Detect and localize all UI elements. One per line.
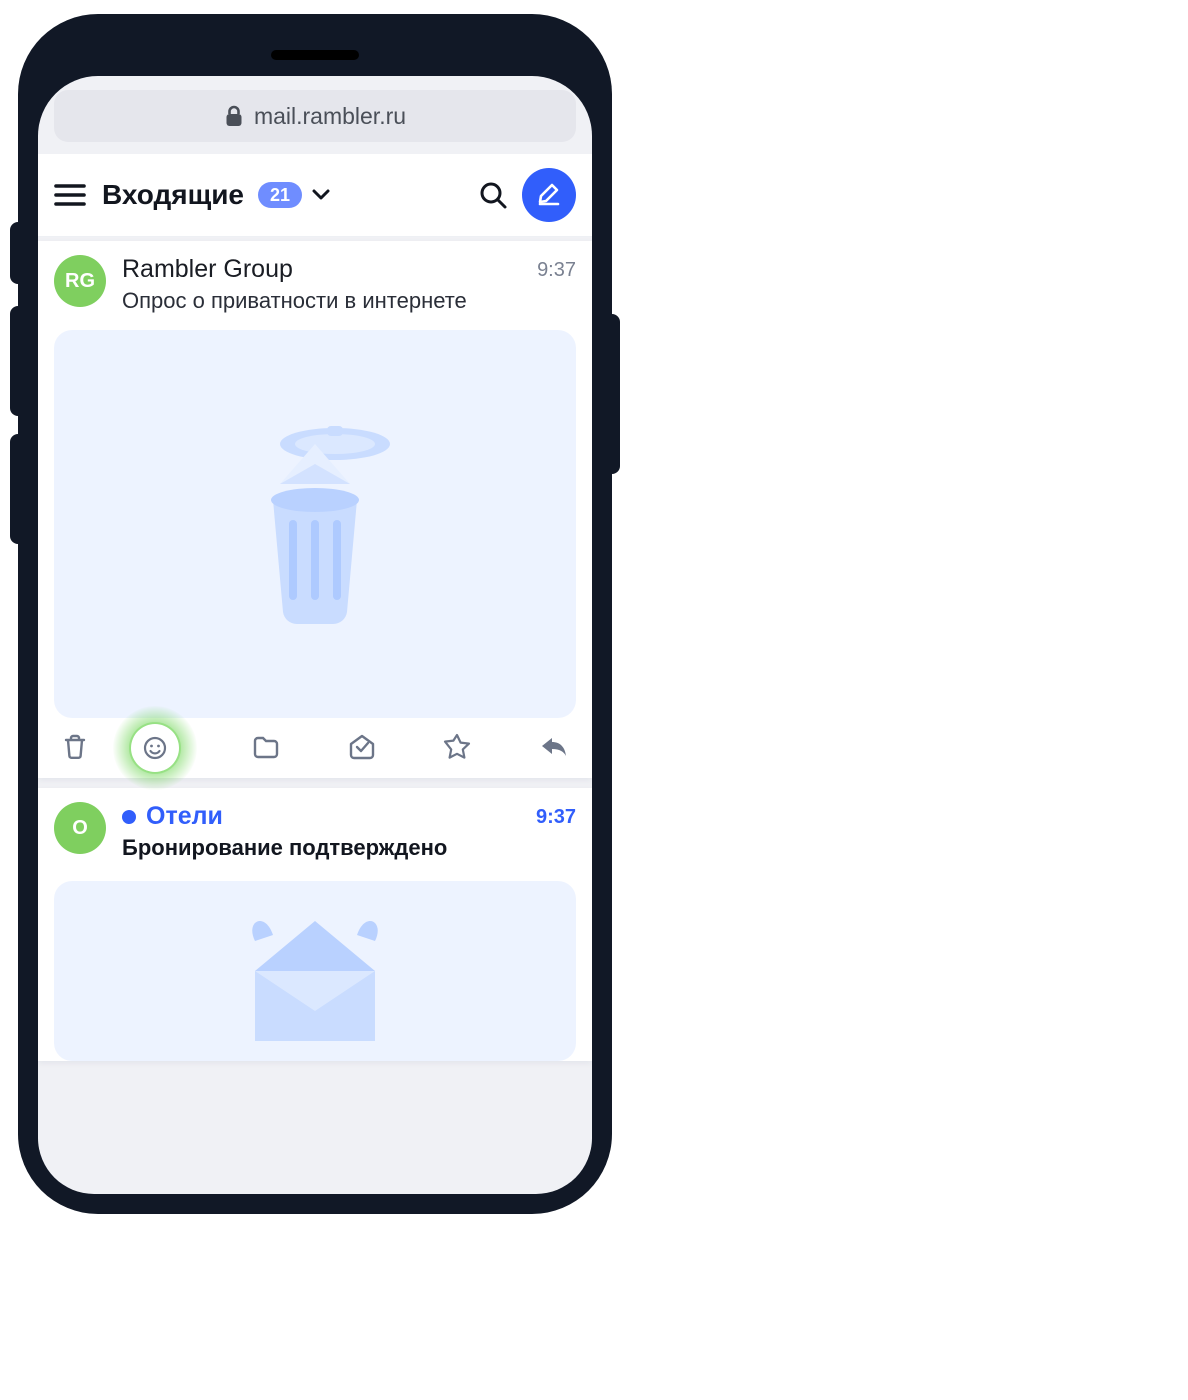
phone-screen: mail.rambler.ru Входящие 21: [38, 76, 592, 1194]
delete-icon[interactable]: [60, 732, 92, 764]
app-header: Входящие 21: [38, 154, 592, 237]
emoji-action-highlight: [113, 706, 197, 790]
smile-icon: [142, 735, 168, 761]
unread-dot-icon: [122, 810, 136, 824]
message-card[interactable]: O Отели Бронирование подтверждено 9:37: [38, 788, 592, 1061]
emoji-button[interactable]: [131, 724, 179, 772]
message-preview: [54, 330, 576, 718]
phone-frame: mail.rambler.ru Входящие 21: [18, 14, 612, 1214]
folder-title[interactable]: Входящие: [102, 179, 244, 211]
message-time: 9:37: [537, 255, 576, 282]
chevron-down-icon[interactable]: [312, 189, 334, 201]
message-actions: [38, 718, 592, 778]
search-icon[interactable]: [478, 180, 508, 210]
compose-icon: [536, 182, 562, 208]
envelope-illustration-icon: [225, 891, 405, 1051]
browser-url-bar[interactable]: mail.rambler.ru: [54, 90, 576, 142]
message-time: 9:37: [536, 802, 576, 829]
message-subject: Бронирование подтверждено: [122, 835, 520, 861]
star-icon[interactable]: [442, 732, 474, 764]
browser-url-text: mail.rambler.ru: [254, 103, 406, 130]
lock-icon: [224, 105, 244, 127]
sender-name: Отели: [146, 802, 223, 831]
phone-side-button: [10, 434, 18, 544]
trash-illustration-icon: [225, 414, 405, 634]
phone-side-button: [10, 222, 18, 284]
reply-icon[interactable]: [538, 732, 570, 764]
message-subject: Опрос о приватности в интернете: [122, 288, 521, 314]
move-folder-icon[interactable]: [251, 732, 283, 764]
compose-button[interactable]: [522, 168, 576, 222]
message-card[interactable]: RG Rambler Group Опрос о приватности в и…: [38, 241, 592, 778]
phone-side-button: [612, 314, 620, 474]
menu-icon[interactable]: [54, 183, 88, 207]
message-preview: [54, 881, 576, 1061]
phone-speaker: [271, 50, 359, 60]
avatar: O: [54, 802, 106, 854]
unread-badge: 21: [258, 182, 302, 208]
avatar: RG: [54, 255, 106, 307]
sender-name: Rambler Group: [122, 255, 293, 284]
message-list[interactable]: RG Rambler Group Опрос о приватности в и…: [38, 237, 592, 1061]
phone-side-button: [10, 306, 18, 416]
mark-read-icon[interactable]: [347, 732, 379, 764]
